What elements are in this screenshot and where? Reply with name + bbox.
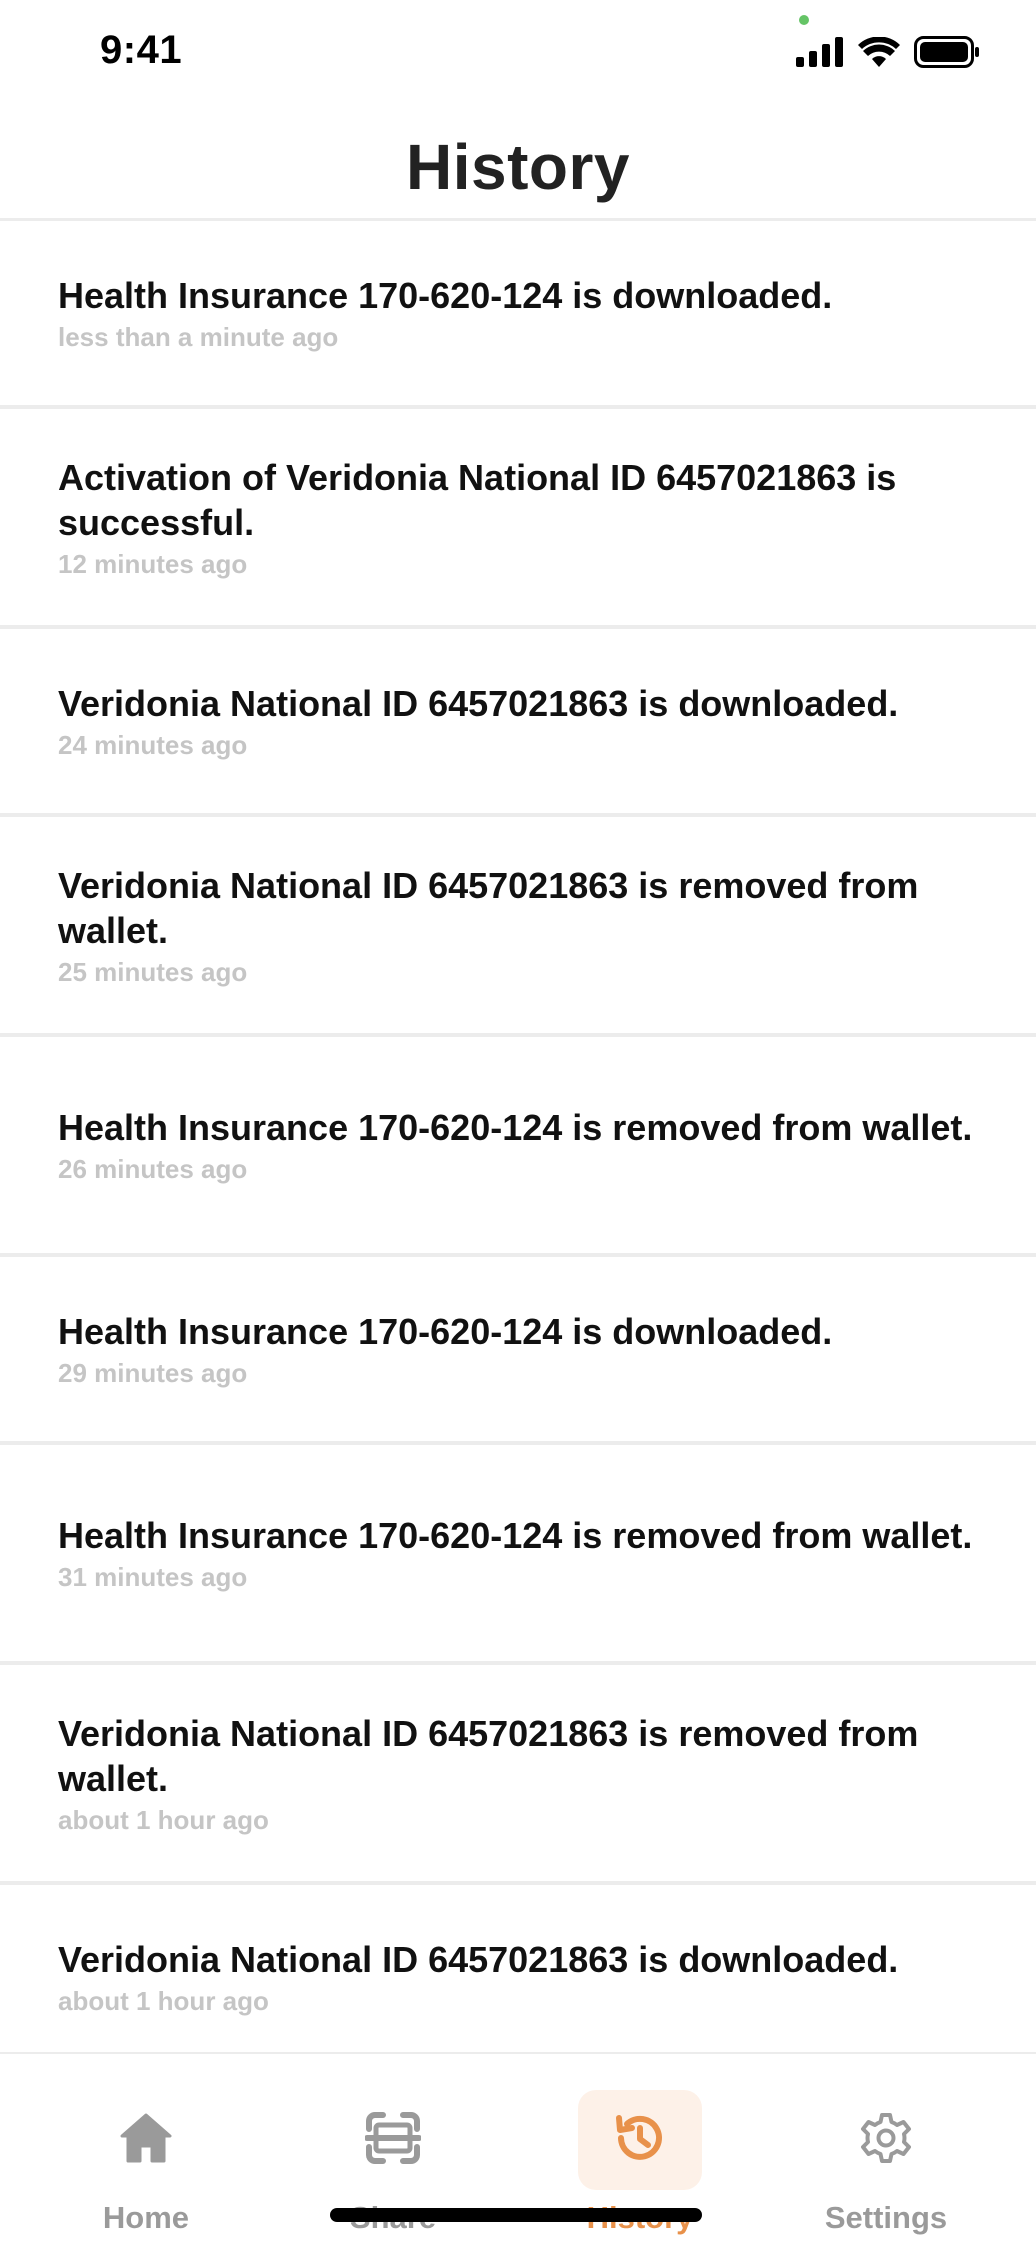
history-item-timestamp: 29 minutes ago	[58, 1358, 248, 1388]
history-item[interactable]: Health Insurance 170-620-124 is removed …	[0, 1037, 1036, 1257]
status-bar: 9:41	[0, 0, 1036, 110]
history-item-text: Veridonia National ID 6457021863 is remo…	[58, 1712, 919, 1799]
history-icon	[612, 2110, 668, 2171]
history-item-text: Health Insurance 170-620-124 is removed …	[58, 1515, 973, 1556]
tab-settings[interactable]: Settings	[786, 2090, 986, 2236]
history-item-timestamp: about 1 hour ago	[58, 1986, 269, 2016]
home-icon	[119, 2112, 173, 2169]
history-list[interactable]: Health Insurance 170-620-124 is download…	[0, 221, 1036, 2051]
history-item[interactable]: Health Insurance 170-620-124 is download…	[0, 221, 1036, 409]
history-item[interactable]: Health Insurance 170-620-124 is removed …	[0, 1445, 1036, 1665]
status-icons	[796, 36, 980, 73]
tab-home[interactable]: Home	[46, 2090, 246, 2236]
status-time: 9:41	[100, 28, 183, 72]
history-item[interactable]: Veridonia National ID 6457021863 is down…	[0, 1885, 1036, 2051]
history-item-timestamp: 25 minutes ago	[58, 956, 248, 987]
history-item-timestamp: less than a minute ago	[58, 322, 339, 352]
history-item[interactable]: Health Insurance 170-620-124 is download…	[0, 1257, 1036, 1445]
history-item-timestamp: 24 minutes ago	[58, 730, 248, 760]
history-item-text: Health Insurance 170-620-124 is download…	[58, 1311, 833, 1352]
history-item[interactable]: Veridonia National ID 6457021863 is down…	[0, 629, 1036, 817]
history-item-text: Veridonia National ID 6457021863 is down…	[58, 683, 899, 724]
history-item-text: Activation of Veridonia National ID 6457…	[58, 456, 897, 543]
history-item[interactable]: Activation of Veridonia National ID 6457…	[0, 409, 1036, 629]
gear-icon	[860, 2112, 912, 2169]
history-item-timestamp: 12 minutes ago	[58, 548, 248, 579]
history-item-text: Health Insurance 170-620-124 is removed …	[58, 1107, 973, 1148]
battery-icon	[914, 36, 980, 73]
page-title: History	[406, 131, 630, 203]
tab-home-label: Home	[102, 2200, 190, 2235]
history-item-text: Health Insurance 170-620-124 is download…	[58, 275, 833, 316]
home-indicator[interactable]	[330, 2208, 702, 2222]
history-item-text: Veridonia National ID 6457021863 is down…	[58, 1939, 899, 1980]
tab-settings-label: Settings	[824, 2200, 948, 2235]
history-item[interactable]: Veridonia National ID 6457021863 is remo…	[0, 817, 1036, 1037]
privacy-indicator-dot	[799, 15, 809, 25]
history-item-timestamp: about 1 hour ago	[58, 1804, 269, 1835]
wifi-icon	[858, 36, 900, 72]
history-item-timestamp: 26 minutes ago	[58, 1154, 248, 1184]
header: History	[0, 110, 1036, 221]
history-item[interactable]: Veridonia National ID 6457021863 is remo…	[0, 1665, 1036, 1885]
history-item-text: Veridonia National ID 6457021863 is remo…	[58, 864, 919, 951]
scan-icon	[364, 2111, 422, 2170]
cellular-signal-icon	[796, 37, 844, 72]
history-item-timestamp: 31 minutes ago	[58, 1562, 248, 1592]
